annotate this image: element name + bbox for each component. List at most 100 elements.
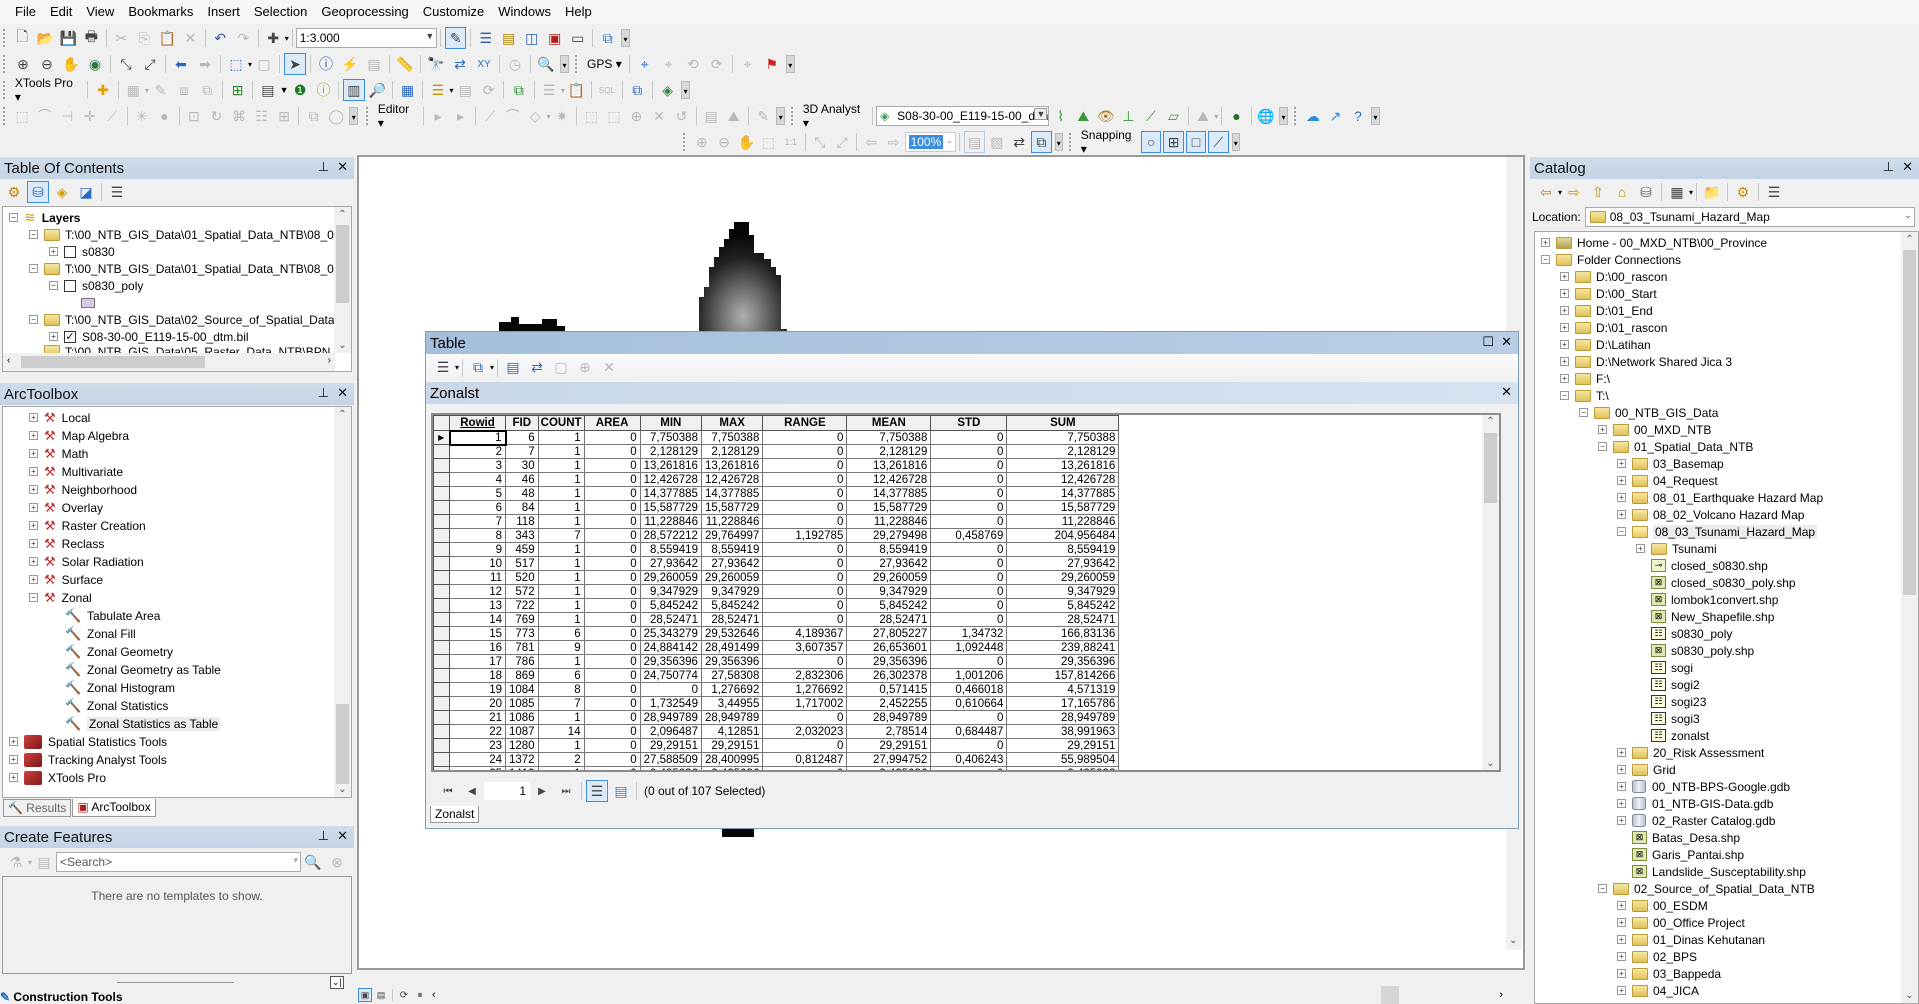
find-binoculars-icon[interactable]: 🔭: [425, 53, 447, 75]
pin-icon[interactable]: ⊥: [318, 159, 329, 175]
table-cell[interactable]: 25,343279: [639, 626, 702, 641]
new-document-icon[interactable]: 🗋: [12, 27, 33, 49]
table-cell[interactable]: 27,93642: [1006, 556, 1120, 571]
table-cell[interactable]: 157,814266: [1006, 668, 1120, 683]
buffer-icon[interactable]: ☷: [251, 105, 272, 127]
split-icon[interactable]: ⊣: [57, 105, 78, 127]
table-cell[interactable]: 10: [449, 556, 506, 571]
table-cell[interactable]: 0: [930, 738, 1008, 753]
table-cell[interactable]: 29,29151: [700, 738, 764, 753]
row-selector[interactable]: [433, 612, 450, 627]
table-row[interactable]: 19 1084 8 0 0 1,276692 1,276692 0,571415 0,46601…: [433, 682, 1120, 697]
views-icon[interactable]: ▦: [1666, 181, 1688, 203]
change-layout-icon[interactable]: ⇄: [1009, 131, 1029, 153]
table-cell[interactable]: 1086: [505, 710, 539, 725]
table-cell[interactable]: 19: [449, 682, 506, 697]
table-cell[interactable]: 0: [762, 766, 848, 770]
redo-icon[interactable]: ↷: [233, 27, 254, 49]
table-cell[interactable]: 28,52471: [846, 612, 932, 627]
expand-icon[interactable]: +: [1617, 510, 1626, 519]
table-cell[interactable]: 29,260059: [846, 570, 932, 585]
table-cell[interactable]: 1: [537, 430, 585, 445]
copy-icon[interactable]: ⎘: [134, 27, 155, 49]
table-cell[interactable]: 1087: [505, 724, 539, 739]
table-cell[interactable]: 8,559419: [846, 542, 932, 557]
table-cell[interactable]: 1: [537, 654, 585, 669]
tool-item[interactable]: 🔨 Zonal Geometry as Table: [65, 661, 221, 678]
info-green-icon[interactable]: ❶: [290, 79, 311, 101]
catalog-item[interactable]: ☷ zonalst: [1636, 727, 1709, 744]
table-cell[interactable]: 0,406243: [930, 752, 1008, 767]
copy-green-icon[interactable]: ⧉: [508, 79, 529, 101]
layout-zoom-combo[interactable]: 100% ⌄: [904, 132, 957, 152]
table-cell[interactable]: 7: [537, 696, 585, 711]
table-cell[interactable]: 23: [449, 738, 506, 753]
catalog-item[interactable]: +08_02_Volcano Hazard Map: [1617, 506, 1804, 523]
toggle-draft-icon[interactable]: ▤: [964, 131, 985, 153]
catalog-item[interactable]: +00_MXD_NTB: [1598, 421, 1711, 438]
switch-selection-icon[interactable]: ⇄: [526, 357, 548, 379]
layout-view-icon[interactable]: ▤: [374, 988, 388, 1002]
menu-help[interactable]: Help: [558, 0, 599, 24]
table-cell[interactable]: 29,356396: [700, 654, 764, 669]
table-cell[interactable]: 21: [449, 710, 506, 725]
table-cell[interactable]: 0: [583, 444, 641, 459]
pencil-icon[interactable]: ✎: [150, 79, 171, 101]
close-table-icon[interactable]: ✕: [1501, 384, 1512, 400]
table-cell[interactable]: 0,610664: [930, 696, 1008, 711]
pause-drawing-icon[interactable]: ⏸: [413, 988, 427, 1002]
create-features-icon[interactable]: ✎: [753, 105, 774, 127]
close-icon[interactable]: ✕: [1902, 159, 1913, 175]
catalog-item[interactable]: ☷ sogi: [1636, 659, 1693, 676]
table-cell[interactable]: 27,93642: [700, 556, 764, 571]
connect-folder-icon[interactable]: 📁: [1701, 181, 1723, 203]
table-cell[interactable]: 0: [762, 612, 848, 627]
arctoolbox-vertical-scrollbar[interactable]: ⌃ ⌄: [334, 407, 351, 797]
steepest-path-icon[interactable]: ⛰: [1073, 105, 1094, 127]
clear-search-icon[interactable]: ⊗: [326, 851, 348, 873]
tab-results[interactable]: 🔨 Results: [3, 799, 72, 817]
table-cell[interactable]: 0: [583, 724, 641, 739]
table-cell[interactable]: 7,750388: [639, 430, 702, 445]
table-cell[interactable]: 1: [537, 542, 585, 557]
table-cell[interactable]: 11,228846: [700, 514, 764, 529]
expand-icon[interactable]: +: [9, 773, 18, 782]
table-cell[interactable]: 27,588509: [639, 752, 702, 767]
table-cell[interactable]: 2: [449, 444, 506, 459]
table-cell[interactable]: 773: [505, 626, 539, 641]
table-tab-zonalst[interactable]: Zonalst: [430, 806, 480, 823]
table-cell[interactable]: 0: [762, 514, 848, 529]
table-cell[interactable]: 0: [930, 654, 1008, 669]
table-cell[interactable]: 0: [762, 458, 848, 473]
catalog-item[interactable]: ⊠ s0830_poly.shp: [1636, 642, 1754, 659]
table-cell[interactable]: 2,128129: [700, 444, 764, 459]
toolbar-overflow[interactable]: ▾: [1371, 107, 1380, 125]
toolset-item[interactable]: + ⚒ Surface: [29, 571, 103, 588]
table-cell[interactable]: 29,260059: [639, 570, 702, 585]
table-cell[interactable]: 1: [537, 444, 585, 459]
table-of-contents-icon[interactable]: ☰: [475, 27, 496, 49]
table-cell[interactable]: 28,949789: [700, 710, 764, 725]
table-cell[interactable]: 0: [762, 738, 848, 753]
maximize-icon[interactable]: ☐: [1482, 334, 1494, 350]
identify-icon[interactable]: ⓘ: [315, 53, 337, 75]
table-cell[interactable]: 1: [537, 738, 585, 753]
calculator-icon[interactable]: ▦: [397, 79, 418, 101]
menu-selection[interactable]: Selection: [247, 0, 314, 24]
column-header-max[interactable]: MAX: [700, 415, 764, 431]
table-cell[interactable]: 118: [505, 514, 539, 529]
expand-icon[interactable]: +: [1598, 425, 1607, 434]
row-selector[interactable]: [433, 710, 450, 725]
zoom-whole-page-icon[interactable]: ⬚: [758, 131, 778, 153]
table-cell[interactable]: 8: [449, 528, 506, 543]
menu-file[interactable]: File: [8, 0, 43, 24]
table-cell[interactable]: 0: [930, 500, 1008, 515]
table-cell[interactable]: 239,88241: [1006, 640, 1120, 655]
tool-item[interactable]: 🔨 Zonal Fill: [65, 625, 136, 642]
row-selector-header[interactable]: [433, 415, 450, 431]
catalog-item[interactable]: +01_NTB-GIS-Data.gdb: [1617, 795, 1773, 812]
catalog-item[interactable]: − 01_Spatial_Data_NTB: [1598, 438, 1753, 455]
measure-icon[interactable]: 📏: [394, 53, 416, 75]
table-cell[interactable]: 27,93642: [846, 556, 932, 571]
table-cell[interactable]: 0: [583, 472, 641, 487]
